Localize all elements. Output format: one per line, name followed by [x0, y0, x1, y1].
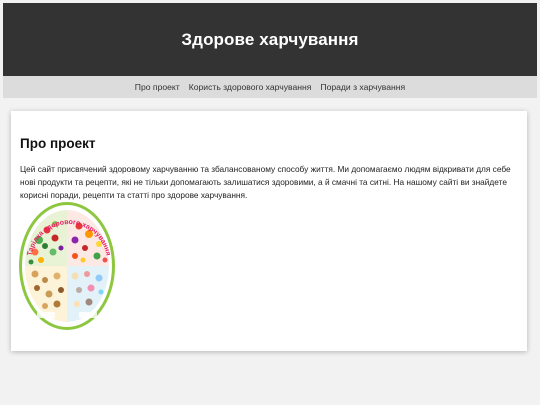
protein-label-box: [79, 312, 97, 318]
nav-link-benefits[interactable]: Користь здорового харчування: [189, 82, 312, 92]
main-navigation: Про проект Користь здорового харчування …: [3, 76, 537, 98]
about-section: Про проект Цей сайт присвячений здоровом…: [11, 111, 527, 351]
site-title: Здорове харчування: [181, 29, 359, 49]
healthy-plate-illustration: Тарілка здорового харчування: [19, 202, 115, 330]
section-heading: Про проект: [20, 136, 96, 151]
grains-label-box: [37, 312, 55, 318]
vegetables-section: [25, 210, 67, 266]
section-description: Цей сайт присвячений здоровому харчуванн…: [20, 164, 511, 200]
nav-link-about[interactable]: Про проект: [135, 82, 180, 92]
site-header: Здорове харчування: [3, 3, 537, 76]
healthy-plate-image: Тарілка здорового харчування: [17, 200, 117, 332]
nav-link-tips[interactable]: Поради з харчування: [320, 82, 405, 92]
